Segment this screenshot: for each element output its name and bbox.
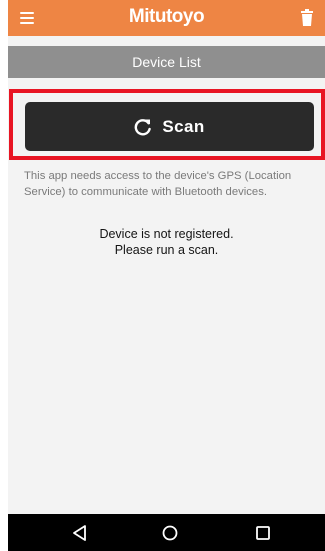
gps-notice-text: This app needs access to the device's GP… — [24, 170, 292, 198]
app-screen: Mitutoyo Device List Scan This app needs… — [8, 0, 325, 551]
scan-button[interactable]: Scan — [25, 102, 314, 151]
brand-logo: Mitutoyo — [128, 6, 205, 27]
status-message-line-1: Device is not registered. — [99, 227, 234, 241]
trash-icon[interactable] — [301, 9, 313, 26]
square-recents-icon[interactable] — [254, 524, 272, 542]
app-bar: Mitutoyo — [8, 0, 325, 36]
circle-home-icon[interactable] — [161, 524, 179, 542]
status-message-line-2: Please run a scan. — [114, 243, 219, 257]
triangle-back-icon[interactable] — [71, 524, 89, 542]
refresh-icon — [134, 118, 152, 136]
scan-button-label: Scan — [162, 116, 205, 136]
page-title: Device List — [8, 46, 325, 78]
system-nav-bar — [8, 514, 325, 551]
